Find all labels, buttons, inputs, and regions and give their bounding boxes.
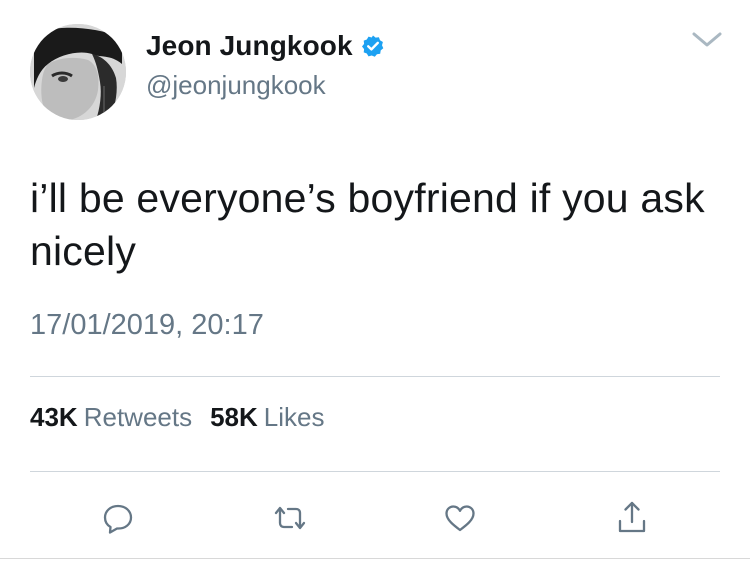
retweet-button[interactable] <box>270 498 310 538</box>
tweet-timestamp[interactable]: 17/01/2019, 20:17 <box>30 309 264 342</box>
avatar[interactable] <box>30 24 126 120</box>
likes-count: 58K <box>210 402 258 432</box>
reply-button[interactable] <box>98 498 138 538</box>
share-button[interactable] <box>612 498 652 538</box>
author-display-name[interactable]: Jeon Jungkook <box>146 30 353 62</box>
like-button[interactable] <box>440 498 480 538</box>
retweet-icon <box>274 506 306 530</box>
retweets-label: Retweets <box>83 402 193 432</box>
heart-icon <box>445 505 475 532</box>
likes-label: Likes <box>263 402 325 432</box>
retweets-count: 43K <box>30 402 78 432</box>
reply-icon <box>103 504 133 534</box>
likes-stat[interactable]: 58K Likes <box>210 402 324 433</box>
chevron-down-icon[interactable] <box>690 30 724 50</box>
tweet-card: Jeon Jungkook @jeonjungkook i’ll be ever… <box>0 0 750 563</box>
author-handle[interactable]: @jeonjungkook <box>146 70 326 101</box>
divider <box>30 471 720 472</box>
divider <box>30 376 720 377</box>
tweet-text: i’ll be everyone’s boyfriend if you ask … <box>30 175 705 274</box>
verified-badge-icon <box>361 34 385 58</box>
bottom-divider <box>0 558 750 559</box>
avatar-photo <box>30 24 126 120</box>
retweets-stat[interactable]: 43K Retweets <box>30 402 192 433</box>
share-icon <box>618 501 646 533</box>
author-name-row: Jeon Jungkook <box>146 30 385 62</box>
tweet-stats: 43K Retweets 58K Likes <box>30 402 325 433</box>
